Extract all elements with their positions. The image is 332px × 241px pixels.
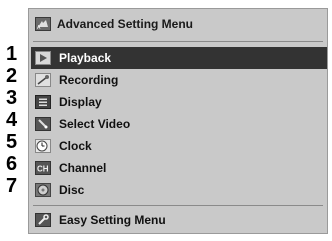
advanced-setting-icon: A [35,17,51,31]
callout-3: 3 [6,87,18,109]
menu-item-channel[interactable]: CH Channel [31,157,327,179]
callout-1: 1 [6,43,18,65]
menu-item-select-video[interactable]: Select Video [31,113,327,135]
select-video-icon [35,117,51,131]
svg-text:CH: CH [37,165,49,174]
display-icon [35,95,51,109]
recording-icon [35,73,51,87]
wrench-icon [35,213,51,227]
advanced-setting-menu-panel: A Advanced Setting Menu Playback Recordi… [28,8,328,234]
menu-item-label: Channel [59,161,107,175]
menu-item-label: Select Video [59,117,131,131]
header-divider [33,41,323,42]
callout-4: 4 [6,109,18,131]
menu-item-recording[interactable]: Recording [31,69,327,91]
menu-item-label: Clock [59,139,92,153]
channel-icon: CH [35,161,51,175]
menu-item-label: Disc [59,183,85,197]
clock-icon [35,139,51,153]
play-icon [35,51,51,65]
menu-item-clock[interactable]: Clock [31,135,327,157]
menu-item-playback[interactable]: Playback [31,47,327,69]
footer-divider [33,205,323,206]
callout-7: 7 [6,175,18,197]
menu-item-display[interactable]: Display [31,91,327,113]
callout-2: 2 [6,65,18,87]
menu-header: A Advanced Setting Menu [29,9,327,39]
menu-item-label: Display [59,95,102,109]
menu-item-label: Recording [59,73,119,87]
easy-setting-menu-label: Easy Setting Menu [59,213,166,227]
menu-list: Playback Recording Display Select Video … [31,47,327,201]
menu-item-disc[interactable]: Disc [31,179,327,201]
disc-icon [35,183,51,197]
callout-numbers: 1 2 3 4 5 6 7 [0,0,28,241]
menu-item-label: Playback [59,51,112,65]
menu-title: Advanced Setting Menu [57,17,194,31]
callout-6: 6 [6,153,18,175]
callout-5: 5 [6,131,18,153]
easy-setting-menu-item[interactable]: Easy Setting Menu [35,209,166,231]
